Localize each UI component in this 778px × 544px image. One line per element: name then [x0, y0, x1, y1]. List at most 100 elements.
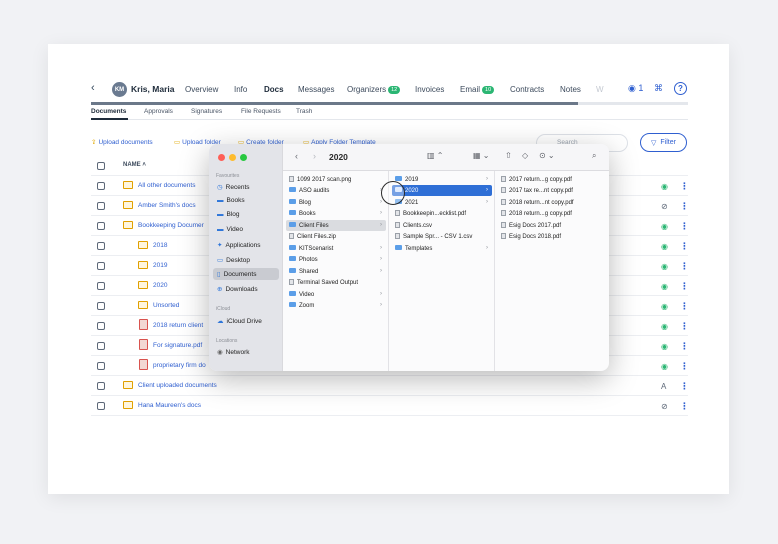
row-checkbox[interactable]: [97, 322, 105, 330]
row-checkbox[interactable]: [97, 202, 105, 210]
folder-row[interactable]: KITScenarist ›: [286, 243, 386, 254]
name-column-header[interactable]: NAME ˄: [123, 162, 146, 168]
row-checkbox[interactable]: [97, 302, 105, 310]
row-checkbox[interactable]: [97, 362, 105, 370]
gift-icon[interactable]: ⌘: [654, 83, 663, 94]
folder-row[interactable]: Video ›: [286, 289, 386, 300]
more-options-icon[interactable]: ⋮: [680, 241, 689, 252]
tabs-scrollbar-thumb[interactable]: [91, 102, 578, 105]
visible-eye-icon[interactable]: ◉: [661, 362, 668, 371]
folder-row[interactable]: Shared ›: [286, 266, 386, 277]
row-label[interactable]: Unsorted: [153, 302, 179, 309]
action-menu-icon[interactable]: ⊙ ⌄: [539, 151, 555, 160]
tab-docs[interactable]: Docs: [264, 85, 284, 94]
folder-row[interactable]: Blog ›: [286, 197, 386, 208]
row-label[interactable]: For signature.pdf: [153, 342, 202, 349]
more-options-icon[interactable]: ⋮: [680, 341, 689, 352]
row-label[interactable]: 2018: [153, 242, 167, 249]
tag-icon[interactable]: ◇: [522, 151, 528, 160]
tab-contracts[interactable]: Contracts: [510, 85, 544, 94]
file-row[interactable]: 1099 2017 scan.png: [286, 174, 386, 185]
folder-row[interactable]: 2021 ›: [392, 197, 492, 208]
sidebar-item-books[interactable]: ▬ Books: [213, 195, 279, 207]
folder-row[interactable]: Client Files ›: [286, 220, 386, 231]
visible-eye-icon[interactable]: ◉: [661, 322, 668, 331]
folder-row[interactable]: Zoom ›: [286, 300, 386, 311]
row-checkbox[interactable]: [97, 262, 105, 270]
row-label[interactable]: 2020: [153, 282, 167, 289]
file-row[interactable]: Terminal Saved Output: [286, 277, 386, 288]
tab-messages[interactable]: Messages: [298, 85, 334, 94]
help-icon[interactable]: ?: [674, 82, 687, 95]
row-label[interactable]: All other documents: [138, 182, 195, 189]
more-options-icon[interactable]: ⋮: [680, 301, 689, 312]
client-name[interactable]: Kris, Maria: [131, 84, 174, 94]
more-options-icon[interactable]: ⋮: [680, 261, 689, 272]
more-options-icon[interactable]: ⋮: [680, 401, 689, 412]
tab-overflow[interactable]: W: [596, 85, 604, 94]
folder-row[interactable]: 2019 ›: [392, 174, 492, 185]
row-checkbox[interactable]: [97, 182, 105, 190]
sidebar-item-network[interactable]: ◉ Network: [213, 346, 279, 358]
subtab-documents[interactable]: Documents: [91, 108, 126, 115]
close-window-button[interactable]: [218, 154, 225, 161]
visible-eye-icon[interactable]: ◉: [661, 262, 668, 271]
visible-eye-icon[interactable]: ◉: [661, 302, 668, 311]
sidebar-item-icloud-drive[interactable]: ☁ iCloud Drive: [213, 315, 279, 327]
file-row[interactable]: Esig Docs 2018.pdf: [498, 231, 604, 242]
search-icon[interactable]: ⌕: [592, 151, 596, 161]
table-row[interactable]: Hana Maureen's docs ⊘ ⋮: [91, 396, 689, 416]
row-label[interactable]: Client uploaded documents: [138, 382, 217, 389]
sidebar-item-recents[interactable]: ◷ Recents: [213, 181, 279, 193]
select-all-checkbox[interactable]: [97, 162, 105, 170]
visible-eye-icon[interactable]: ◉: [661, 342, 668, 351]
minimize-window-button[interactable]: [229, 154, 236, 161]
row-label[interactable]: 2018 return client: [153, 322, 203, 329]
subtab-approvals[interactable]: Approvals: [144, 108, 173, 115]
tab-organizers[interactable]: Organizers 12: [347, 85, 401, 94]
row-checkbox[interactable]: [97, 382, 105, 390]
row-label[interactable]: Amber Smith's docs: [138, 202, 196, 209]
file-row[interactable]: Esig Docs 2017.pdf: [498, 220, 604, 231]
file-row[interactable]: 2018 return...nt copy.pdf: [498, 197, 604, 208]
more-options-icon[interactable]: ⋮: [680, 221, 689, 232]
tab-overview[interactable]: Overview: [185, 85, 218, 94]
tab-notes[interactable]: Notes: [560, 85, 581, 94]
subtab-file-requests[interactable]: File Requests: [241, 108, 281, 115]
upload-documents-button[interactable]: ⇪ Upload documents: [91, 138, 153, 146]
group-view-icon[interactable]: ▦ ⌄: [473, 151, 489, 160]
forward-chevron-icon[interactable]: ›: [313, 151, 316, 161]
folder-row-selected[interactable]: 2020 ›: [392, 185, 492, 196]
share-icon[interactable]: ⇧: [505, 151, 512, 160]
more-options-icon[interactable]: ⋮: [680, 281, 689, 292]
file-row[interactable]: 2017 tax re...nt copy.pdf: [498, 185, 604, 196]
client-access-icon[interactable]: A: [661, 382, 666, 391]
visible-eye-icon[interactable]: ◉: [661, 242, 668, 251]
row-checkbox[interactable]: [97, 222, 105, 230]
sidebar-item-downloads[interactable]: ⊕ Downloads: [213, 283, 279, 295]
sidebar-item-documents[interactable]: ▯ Documents: [213, 268, 279, 280]
filter-button[interactable]: ▽ Filter: [640, 133, 687, 152]
sidebar-item-blog[interactable]: ▬ Blog: [213, 209, 279, 221]
row-label[interactable]: Hana Maureen's docs: [138, 402, 201, 409]
row-checkbox[interactable]: [97, 342, 105, 350]
hidden-eye-icon[interactable]: ⊘: [661, 202, 668, 211]
subtab-trash[interactable]: Trash: [296, 108, 312, 115]
row-label[interactable]: Bookkeeping Documer: [138, 222, 204, 229]
sidebar-item-desktop[interactable]: ▭ Desktop: [213, 254, 279, 266]
view-columns-icon[interactable]: ▥ ⌃: [427, 151, 443, 160]
row-checkbox[interactable]: [97, 242, 105, 250]
visible-eye-icon[interactable]: ◉: [661, 182, 668, 191]
file-row[interactable]: Bookkeepin...ecklist.pdf: [392, 208, 492, 219]
tab-email[interactable]: Email 10: [460, 85, 495, 94]
table-row[interactable]: Client uploaded documents A ⋮: [91, 376, 689, 396]
folder-row[interactable]: ASO audits ›: [286, 185, 386, 196]
row-label[interactable]: proprietary firm do: [153, 362, 206, 369]
more-options-icon[interactable]: ⋮: [680, 181, 689, 192]
file-row[interactable]: 2017 return...g copy.pdf: [498, 174, 604, 185]
sidebar-item-applications[interactable]: ✦ Applications: [213, 239, 279, 251]
file-row[interactable]: Sample Spr... - CSV 1.csv: [392, 231, 492, 242]
more-options-icon[interactable]: ⋮: [680, 361, 689, 372]
tab-info[interactable]: Info: [234, 85, 247, 94]
visible-eye-icon[interactable]: ◉: [661, 282, 668, 291]
